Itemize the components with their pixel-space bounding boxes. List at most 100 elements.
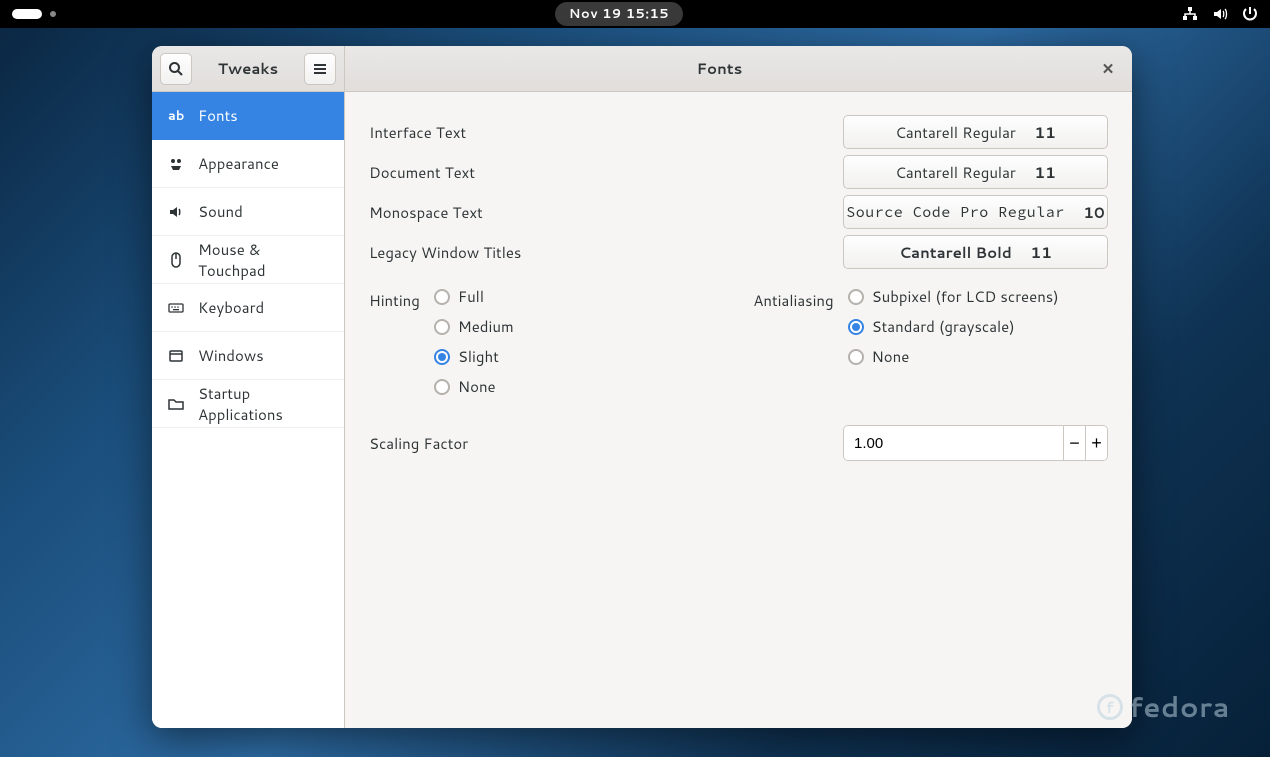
scaling-decrement-button[interactable]: − [1063, 426, 1085, 460]
row-legacy-window-titles: Legacy Window Titles Cantarell Bold 11 [369, 232, 1108, 272]
fonts-icon: ab [168, 107, 184, 125]
fedora-text: fedora [1129, 687, 1230, 727]
windows-icon [168, 348, 184, 364]
font-size: 11 [1034, 122, 1056, 143]
window-body: ab Fonts Appearance Sound Mouse & Touchp… [152, 92, 1132, 728]
sidebar-item-keyboard[interactable]: Keyboard [152, 284, 344, 332]
radio-section: Hinting Full Medium Slight None Antialia… [369, 286, 1108, 397]
radio-icon [848, 289, 864, 305]
radio-label: Slight [458, 346, 499, 367]
radio-icon [434, 379, 450, 395]
sidebar-item-sound[interactable]: Sound [152, 188, 344, 236]
sidebar-item-label: Keyboard [198, 297, 264, 318]
sidebar-item-label: Windows [198, 345, 264, 366]
radio-label: Subpixel (for LCD screens) [872, 286, 1059, 307]
sidebar-item-label: Fonts [198, 105, 238, 126]
sidebar-item-appearance[interactable]: Appearance [152, 140, 344, 188]
activities-dot-icon [50, 11, 56, 17]
activities-area[interactable] [12, 9, 56, 19]
row-scaling-factor: Scaling Factor − + [369, 425, 1108, 461]
antialiasing-group: Antialiasing Subpixel (for LCD screens) … [753, 286, 1058, 397]
sidebar-item-label: Sound [198, 201, 243, 222]
sidebar-item-mouse-touchpad[interactable]: Mouse & Touchpad [152, 236, 344, 284]
radio-icon [848, 319, 864, 335]
hinting-group: Hinting Full Medium Slight None [369, 286, 753, 397]
appearance-icon [168, 156, 184, 172]
antialiasing-none-radio[interactable]: None [848, 346, 1059, 367]
radio-icon [848, 349, 864, 365]
hinting-options: Full Medium Slight None [434, 286, 514, 397]
font-size: 11 [1030, 242, 1052, 263]
interface-font-button[interactable]: Cantarell Regular 11 [843, 115, 1108, 149]
close-icon: ✕ [1102, 58, 1115, 79]
hinting-label: Hinting [369, 286, 434, 397]
hamburger-icon [312, 61, 328, 77]
antialiasing-label: Antialiasing [753, 286, 847, 397]
sidebar-item-label: Mouse & Touchpad [198, 239, 328, 281]
scaling-factor-label: Scaling Factor [369, 433, 843, 454]
sidebar-item-label: Appearance [198, 153, 279, 174]
fedora-icon: f [1097, 694, 1123, 720]
search-icon [168, 61, 184, 77]
sound-icon [168, 204, 184, 220]
sidebar-item-fonts[interactable]: ab Fonts [152, 92, 344, 140]
headerbar-left: Tweaks [152, 46, 345, 91]
antialiasing-options: Subpixel (for LCD screens) Standard (gra… [848, 286, 1059, 397]
font-name: Cantarell Regular [895, 162, 1016, 183]
row-document-text: Document Text Cantarell Regular 11 [369, 152, 1108, 192]
scaling-factor-spinner: − + [843, 425, 1108, 461]
radio-label: Full [458, 286, 484, 307]
scaling-factor-input[interactable] [844, 426, 1063, 460]
radio-label: Medium [458, 316, 514, 337]
clock[interactable]: Nov 19 15:15 [555, 2, 683, 26]
keyboard-icon [168, 300, 184, 316]
font-name: Cantarell Regular [895, 122, 1016, 143]
radio-label: None [872, 346, 910, 367]
page-title: Fonts [345, 58, 1094, 79]
font-name: Source Code Pro Regular [846, 203, 1065, 222]
radio-label: Standard (grayscale) [872, 316, 1015, 337]
sidebar-item-startup-applications[interactable]: Startup Applications [152, 380, 344, 428]
legacy-titles-label: Legacy Window Titles [369, 242, 843, 263]
hinting-full-radio[interactable]: Full [434, 286, 514, 307]
hinting-none-radio[interactable]: None [434, 376, 514, 397]
hinting-medium-radio[interactable]: Medium [434, 316, 514, 337]
search-button[interactable] [160, 53, 192, 85]
power-icon [1242, 6, 1258, 22]
font-size: 11 [1034, 162, 1056, 183]
activities-pill-icon [12, 9, 42, 19]
row-interface-text: Interface Text Cantarell Regular 11 [369, 112, 1108, 152]
document-font-button[interactable]: Cantarell Regular 11 [843, 155, 1108, 189]
antialiasing-subpixel-radio[interactable]: Subpixel (for LCD screens) [848, 286, 1059, 307]
network-icon [1182, 6, 1198, 22]
interface-text-label: Interface Text [369, 122, 843, 143]
sidebar-item-label: Startup Applications [198, 383, 328, 425]
sidebar-item-windows[interactable]: Windows [152, 332, 344, 380]
monospace-text-label: Monospace Text [369, 202, 843, 223]
font-name: Cantarell Bold [899, 242, 1012, 263]
top-bar: Nov 19 15:15 [0, 0, 1270, 28]
hamburger-menu-button[interactable] [304, 53, 336, 85]
system-status-area[interactable] [1182, 6, 1258, 22]
close-button[interactable]: ✕ [1094, 55, 1122, 83]
row-monospace-text: Monospace Text Source Code Pro Regular 1… [369, 192, 1108, 232]
folder-icon [168, 396, 184, 412]
app-title: Tweaks [200, 58, 296, 79]
headerbar-right: Fonts ✕ [345, 46, 1132, 91]
monospace-font-button[interactable]: Source Code Pro Regular 10 [843, 195, 1108, 229]
header-bar: Tweaks Fonts ✕ [152, 46, 1132, 92]
radio-icon [434, 289, 450, 305]
document-text-label: Document Text [369, 162, 843, 183]
sidebar: ab Fonts Appearance Sound Mouse & Touchp… [152, 92, 345, 728]
hinting-slight-radio[interactable]: Slight [434, 346, 514, 367]
scaling-increment-button[interactable]: + [1085, 426, 1107, 460]
radio-label: None [458, 376, 496, 397]
antialiasing-standard-radio[interactable]: Standard (grayscale) [848, 316, 1059, 337]
legacy-font-button[interactable]: Cantarell Bold 11 [843, 235, 1108, 269]
tweaks-window: Tweaks Fonts ✕ ab Fonts Appearance So [152, 46, 1132, 728]
content-area: Interface Text Cantarell Regular 11 Docu… [345, 92, 1132, 728]
minus-icon: − [1069, 433, 1080, 454]
plus-icon: + [1091, 433, 1102, 454]
volume-icon [1212, 6, 1228, 22]
fedora-logo: f fedora [1097, 687, 1230, 727]
